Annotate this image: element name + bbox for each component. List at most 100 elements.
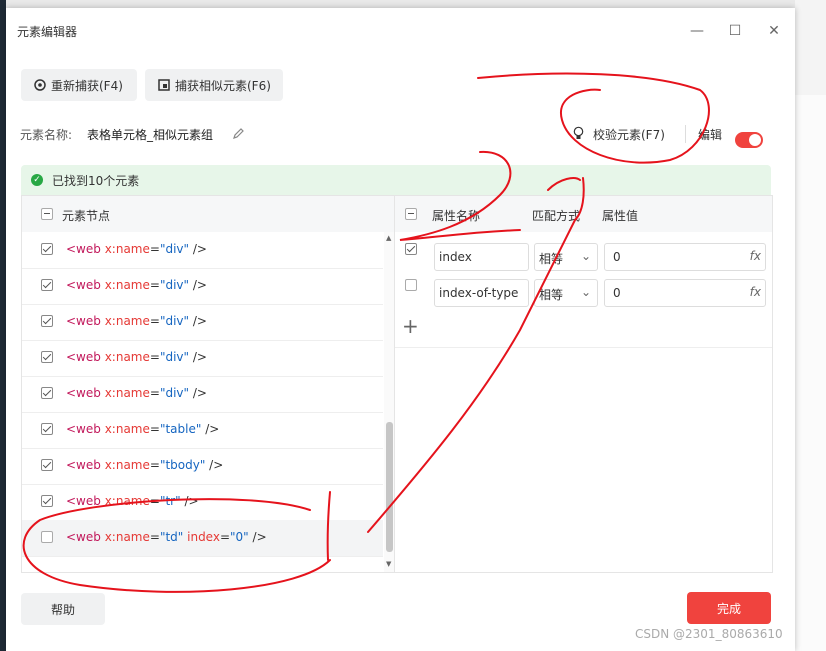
maximize-button[interactable]: ☐ (724, 20, 746, 42)
match-mode-select[interactable]: 相等 ⌄ (534, 279, 598, 307)
fx-icon[interactable]: fx (750, 249, 761, 263)
node-row[interactable]: <web x:name="div" /> (22, 268, 383, 305)
attribute-name-field[interactable]: index-of-type (434, 279, 529, 307)
node-prefix: <web (66, 494, 105, 508)
node-attr-name: x:name (104, 350, 150, 364)
node-row[interactable]: <web x:name="table" /> (22, 412, 383, 449)
minimize-button[interactable]: — (686, 20, 708, 42)
capture-similar-icon (158, 79, 170, 91)
node-code: <web x:name="div" /> (66, 278, 207, 292)
attribute-value: 0 (613, 250, 621, 264)
node-suffix: /> (205, 458, 224, 472)
nodes-header-label: 元素节点 (62, 209, 111, 223)
node-code: <web x:name="div" /> (66, 350, 207, 364)
edit-toggle[interactable] (735, 132, 763, 148)
node-attr-name: x:name (104, 314, 150, 328)
node-eq: = (149, 350, 160, 364)
node-eq: = (149, 422, 160, 436)
node-checkbox[interactable] (41, 459, 53, 471)
node-attr-name: x:name (104, 530, 150, 544)
node-row[interactable]: <web x:name="tbody" /> (22, 448, 383, 485)
close-button[interactable]: ✕ (763, 20, 785, 42)
node-suffix: /> (189, 350, 207, 364)
nodes-select-all-checkbox[interactable] (41, 208, 53, 220)
node-checkbox[interactable] (41, 243, 53, 255)
node-code: <web x:name="td" index="0" /> (66, 530, 267, 544)
node-code: <web x:name="tr" /> (66, 494, 199, 508)
chevron-down-icon: ⌄ (580, 285, 591, 299)
node-eq: = (149, 458, 160, 472)
node-name-value: "div" (159, 242, 190, 256)
node-checkbox[interactable] (41, 387, 53, 399)
edit-label: 编辑 (698, 128, 723, 142)
chevron-down-icon: ⌄ (580, 249, 591, 263)
node-row[interactable]: <web x:name="div" /> (22, 376, 383, 413)
capture-similar-label: 捕获相似元素(F6) (175, 78, 271, 93)
attribute-checkbox[interactable] (405, 243, 417, 255)
node-name-value: "tr" (159, 494, 181, 508)
attribute-value-field[interactable]: 0 fx (604, 243, 766, 271)
node-suffix: /> (189, 278, 207, 292)
match-mode-value: 相等 (539, 252, 564, 266)
node-row[interactable]: <web x:name="td" index="0" /> (22, 520, 383, 557)
node-eq: = (149, 494, 160, 508)
element-nodes-panel: 元素节点 <web x:name="div" /> <web x:name="di… (21, 195, 396, 573)
node-code: <web x:name="div" /> (66, 386, 207, 400)
node-checkbox[interactable] (41, 423, 53, 435)
node-code: <web x:name="div" /> (66, 242, 207, 256)
capture-similar-button[interactable]: 捕获相似元素(F6) (145, 69, 283, 101)
node-row[interactable]: <web x:name="div" /> (22, 232, 383, 269)
node-prefix: <web (66, 350, 105, 364)
scroll-down-arrow-icon[interactable]: ▼ (386, 560, 391, 568)
status-banner: ✓ 已找到10个元素 (21, 165, 771, 195)
verify-element-button[interactable]: 校验元素(F7) (593, 126, 665, 143)
node-suffix: /> (248, 530, 267, 544)
node-name-value: "div" (159, 350, 190, 364)
match-mode-value: 相等 (539, 288, 564, 302)
attributes-select-all-checkbox[interactable] (405, 208, 417, 220)
edit-pencil-icon[interactable] (232, 127, 245, 140)
attribute-checkbox[interactable] (405, 279, 417, 291)
node-eq: = (149, 278, 160, 292)
node-attr-name: x:name (104, 278, 150, 292)
node-suffix: /> (189, 314, 207, 328)
node-prefix: <web (66, 530, 105, 544)
add-attribute-button[interactable]: + (402, 314, 419, 338)
help-button[interactable]: 帮助 (21, 593, 105, 625)
attr-value-header: 属性值 (602, 209, 639, 223)
node-checkbox[interactable] (41, 351, 53, 363)
attribute-value-field[interactable]: 0 fx (604, 279, 766, 307)
element-name-label: 元素名称: (20, 128, 73, 142)
node-row[interactable]: <web x:name="div" /> (22, 340, 383, 377)
nodes-header: 元素节点 (22, 196, 395, 232)
node-checkbox[interactable] (41, 495, 53, 507)
node-name-value: "div" (159, 278, 190, 292)
scrollbar-thumb[interactable] (386, 422, 393, 552)
node-eq: = (149, 386, 160, 400)
node-code: <web x:name="table" /> (66, 422, 219, 436)
node-row[interactable]: <web x:name="tr" /> (22, 484, 383, 521)
done-button[interactable]: 完成 (687, 592, 771, 624)
recapture-button[interactable]: 重新捕获(F4) (21, 69, 137, 101)
node-code: <web x:name="tbody" /> (66, 458, 223, 472)
attributes-panel: 属性名称 匹配方式 属性值 index 相等 ⌄ 0 fx index-of-type 相等… (394, 195, 773, 573)
node-row[interactable]: <web x:name="div" /> (22, 304, 383, 341)
node-name-value: "div" (159, 386, 190, 400)
attr-name-header: 属性名称 (432, 209, 481, 223)
node-prefix: <web (66, 458, 105, 472)
node-checkbox[interactable] (41, 279, 53, 291)
scroll-up-arrow-icon[interactable]: ▲ (386, 234, 391, 242)
fx-icon[interactable]: fx (750, 285, 761, 299)
node-checkbox[interactable] (41, 531, 53, 543)
node-eq: = (219, 530, 231, 544)
node-suffix: /> (189, 386, 207, 400)
bulb-icon (573, 126, 584, 139)
node-checkbox[interactable] (41, 315, 53, 327)
watermark-text: CSDN @2301_80863610 (635, 627, 783, 641)
attribute-name-field[interactable]: index (434, 243, 529, 271)
node-name-value: "table" (159, 422, 202, 436)
node-attr-name: x:name (104, 386, 150, 400)
node-name-value: "td" (159, 530, 184, 544)
match-mode-select[interactable]: 相等 ⌄ (534, 243, 598, 271)
nodes-scrollbar[interactable]: ▲ ▼ (384, 232, 394, 572)
